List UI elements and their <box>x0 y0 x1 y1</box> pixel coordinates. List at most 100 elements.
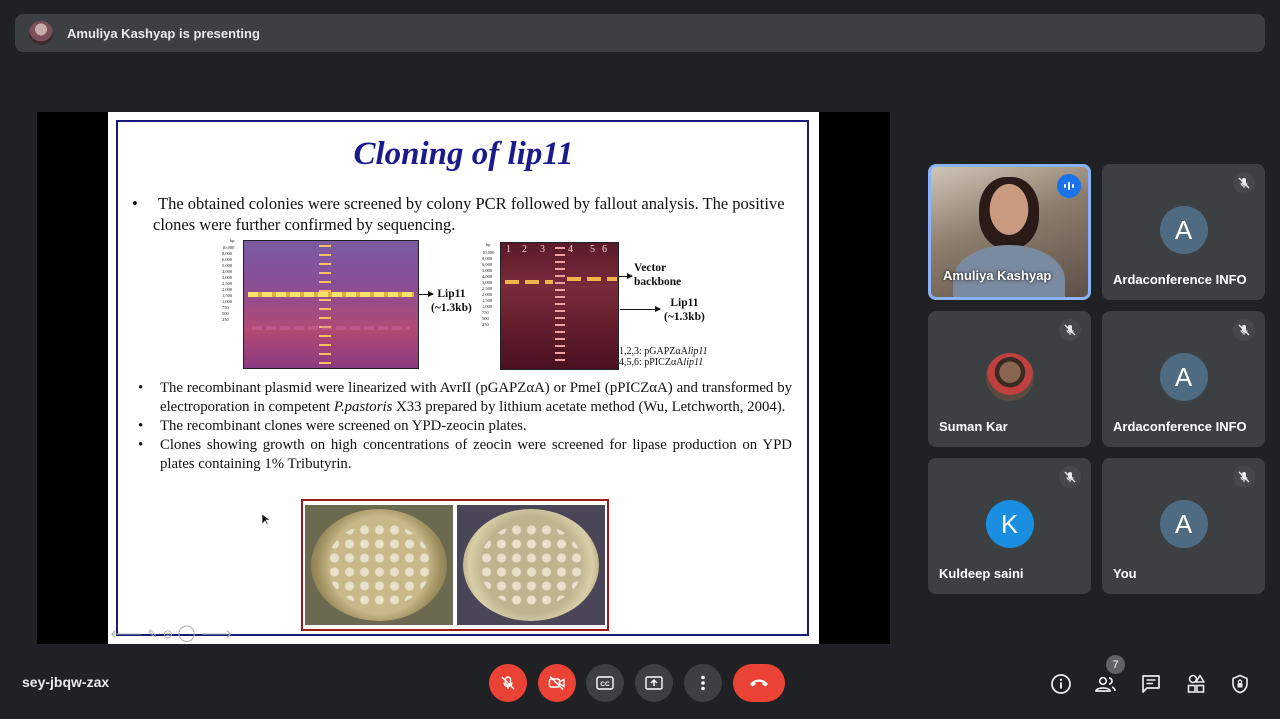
gel-image-colony-pcr <box>243 240 419 369</box>
participant-tile-ardaconference-1[interactable]: A Ardaconference INFO <box>1102 164 1265 300</box>
captions-icon: CC <box>596 676 614 690</box>
presenter-avatar <box>29 21 53 45</box>
presenting-text: Amuliya Kashyap is presenting <box>67 25 260 41</box>
legend-2-italic: lip11 <box>683 357 704 368</box>
gel1-band <box>248 292 414 297</box>
more-icon <box>701 675 705 691</box>
petri-plate-photos <box>301 499 609 631</box>
participant-avatar: A <box>1159 353 1208 401</box>
people-icon <box>1095 676 1116 692</box>
camera-toggle-button[interactable] <box>538 664 576 702</box>
people-button[interactable] <box>1091 669 1121 699</box>
plate-photo-1 <box>305 505 453 625</box>
participant-avatar: K <box>985 500 1034 548</box>
participant-tile-amuliya[interactable]: Amuliya Kashyap <box>928 164 1091 300</box>
mic-off-icon <box>1233 172 1255 194</box>
leave-call-button[interactable] <box>733 664 785 702</box>
gel2-band-arrow <box>620 306 661 312</box>
vector-label-1: Vector <box>634 262 667 274</box>
gel2-band-size: (~1.3kb) <box>664 311 705 323</box>
participant-name: Suman Kar <box>939 419 1008 434</box>
participant-photo <box>985 353 1034 401</box>
participant-tile-suman[interactable]: Suman Kar <box>928 311 1091 447</box>
gel1-band-name: Lip11 <box>437 288 466 300</box>
gel1-band-label: Lip11 (~1.3kb) <box>431 287 472 315</box>
gel-lane-number: 3 <box>540 244 545 255</box>
mic-off-icon <box>1059 319 1081 341</box>
gel2-bp-label: bp <box>486 242 491 247</box>
chat-icon <box>1142 675 1160 693</box>
gel-image-fallout <box>500 242 619 370</box>
bullet-item: Clones showing growth on high concentrat… <box>136 436 792 474</box>
participant-name: You <box>1113 566 1137 581</box>
gel-lane-number: 2 <box>522 244 527 255</box>
plate-photo-2 <box>457 505 605 625</box>
participant-tile-you[interactable]: A You <box>1102 458 1265 594</box>
present-icon <box>645 676 663 690</box>
slide-nav-tools[interactable]: 🡐 ✎ ⊜ ◯ 🡒 <box>110 626 233 641</box>
mouse-cursor-icon <box>262 514 270 526</box>
participant-avatar: A <box>1159 500 1208 548</box>
bullet-1-italic: P.pastoris <box>333 399 393 415</box>
gel2-legend: 1,2,3: pGAPZαAlip11 4,5,6: pPICZαAlip11 <box>619 346 708 368</box>
participant-video <box>979 177 1039 249</box>
bullet-item: The recombinant plasmid were linearized … <box>136 379 792 417</box>
gel1-ladder <box>319 245 331 364</box>
participant-avatar: A <box>1159 206 1208 254</box>
gel2-vector-band-b <box>567 277 617 281</box>
camera-off-icon <box>548 675 565 691</box>
gel-lane-number: 5 <box>590 244 595 255</box>
gel2-vector-band-a <box>505 280 553 284</box>
gel1-bp-label: bp <box>230 238 235 243</box>
participant-name: Ardaconference INFO <box>1113 419 1247 434</box>
meeting-code[interactable]: sey-jbqw-zax <box>22 674 109 690</box>
presentation-stage: Cloning of lip11 • The obtained colonies… <box>37 112 890 644</box>
intro-bullet: • The obtained colonies were screened by… <box>132 193 792 235</box>
captions-button[interactable]: CC <box>586 664 624 702</box>
gel1-smear <box>252 326 410 330</box>
gel2-vector-arrow <box>618 273 633 279</box>
vector-label-2: backbone <box>634 276 682 288</box>
bottom-control-bar: sey-jbqw-zax CC 7 <box>0 645 1280 719</box>
participant-name: Amuliya Kashyap <box>943 268 1052 283</box>
mic-off-icon <box>1059 466 1081 488</box>
host-controls-button[interactable] <box>1225 669 1255 699</box>
ladder-size-label: 250 <box>222 317 229 322</box>
bullet-glyph: • <box>132 194 138 213</box>
mic-off-icon <box>501 676 515 690</box>
meeting-details-button[interactable] <box>1046 669 1076 699</box>
gel2-ladder-labels: 10,000 8,000 6,000 5,000 4,000 3,000 2,500 2,00… <box>482 250 494 328</box>
legend-1-prefix: 1,2,3: pGAPZαA <box>619 346 688 357</box>
gel-lane-number: 4 <box>568 244 573 255</box>
svg-text:CC: CC <box>600 681 610 688</box>
activities-button[interactable] <box>1181 669 1211 699</box>
gel2-ladder <box>555 247 565 365</box>
bullet-1-text-end: X33 prepared by lithium acetate method (… <box>392 399 786 415</box>
ladder-size-label: 250 <box>482 322 489 327</box>
activities-icon <box>1187 674 1205 693</box>
gel1-ladder-labels: 10,000 8,000 6,000 5,000 4,000 3,000 2,500 2,00… <box>222 245 234 323</box>
mic-toggle-button[interactable] <box>489 664 527 702</box>
gel2-band-label: Lip11 (~1.3kb) <box>664 296 705 324</box>
gel1-arrow <box>419 291 434 297</box>
gel-lane-number: 6 <box>602 244 607 255</box>
gel2-vector-label: Vector backbone <box>634 261 681 289</box>
participant-tile-kuldeep[interactable]: K Kuldeep saini <box>928 458 1091 594</box>
mic-off-icon <box>1233 466 1255 488</box>
present-button[interactable] <box>635 664 673 702</box>
gel1-band-size: (~1.3kb) <box>431 302 472 314</box>
participant-tile-ardaconference-2[interactable]: A Ardaconference INFO <box>1102 311 1265 447</box>
participant-name: Kuldeep saini <box>939 566 1024 581</box>
slide-bullets: The recombinant plasmid were linearized … <box>136 379 792 474</box>
participant-name: Ardaconference INFO <box>1113 272 1247 287</box>
info-icon <box>1051 674 1071 694</box>
legend-2-prefix: 4,5,6: pPICZαA <box>619 357 684 368</box>
slide: Cloning of lip11 • The obtained colonies… <box>108 112 819 644</box>
chat-button[interactable] <box>1136 669 1166 699</box>
slide-title: Cloning of lip11 <box>353 136 574 172</box>
gel-lane-number: 1 <box>506 244 511 255</box>
gel2-band-name: Lip11 <box>670 297 699 309</box>
legend-1-italic: lip11 <box>687 346 708 357</box>
intro-text: The obtained colonies were screened by c… <box>153 194 785 234</box>
more-options-button[interactable] <box>684 664 722 702</box>
